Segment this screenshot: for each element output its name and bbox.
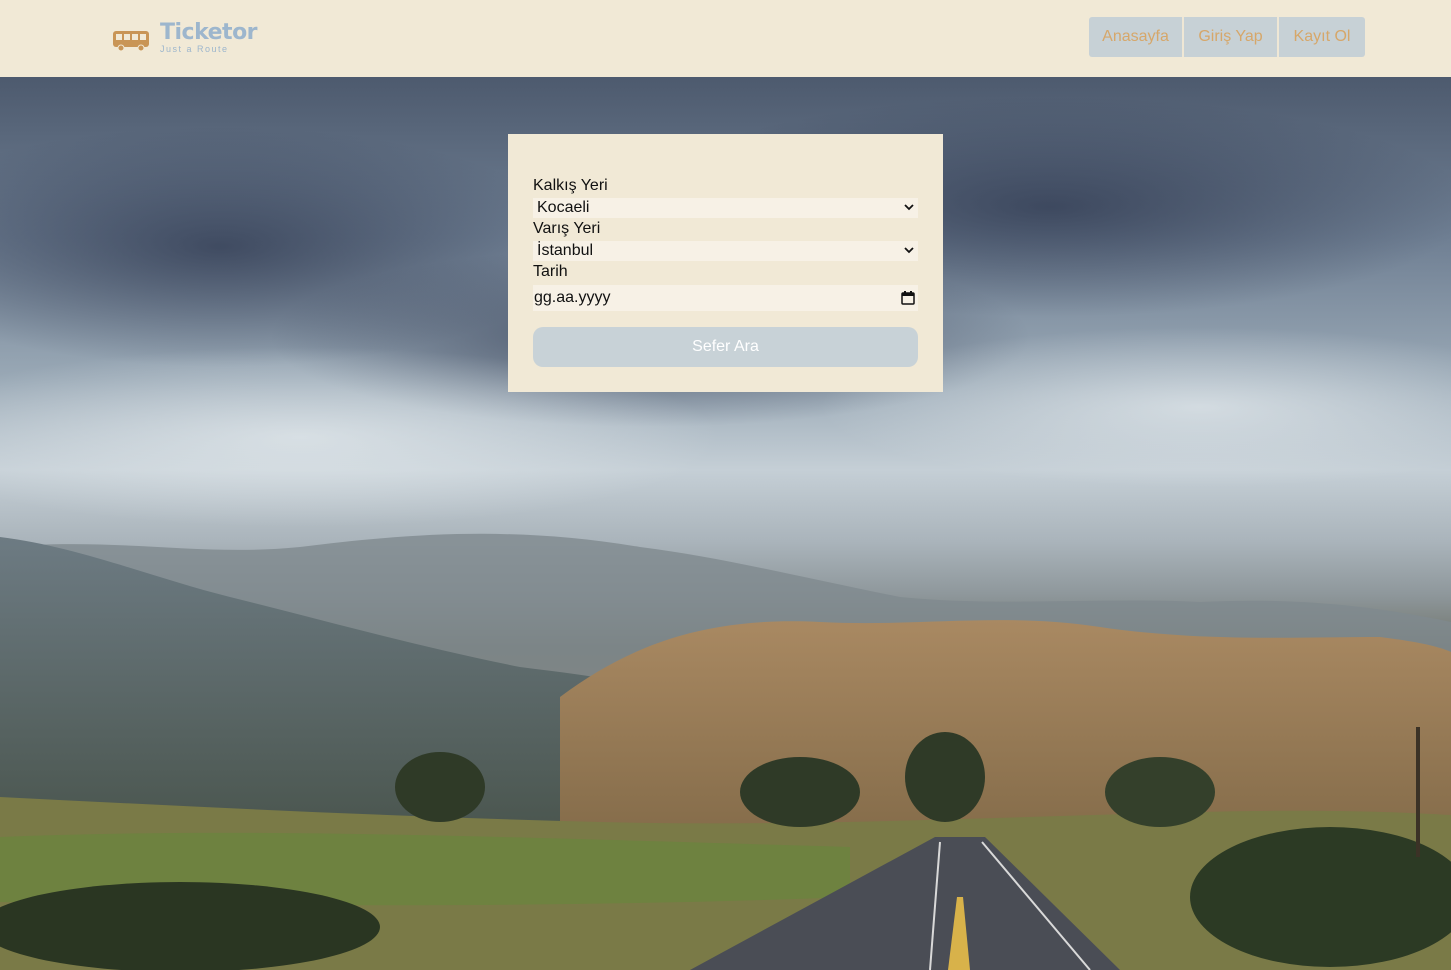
departure-select[interactable]: Kocaeli [533,198,918,218]
departure-value: Kocaeli [537,199,590,216]
nav-home-button[interactable]: Anasayfa [1089,17,1184,57]
nav-login-button[interactable]: Giriş Yap [1184,17,1279,57]
header: Ticketor Just a Route Anasayfa Giriş Yap… [0,0,1451,77]
chevron-down-icon [904,247,914,254]
brand-tagline: Just a Route [160,44,229,54]
bus-icon [113,31,149,52]
date-input[interactable]: gg.aa.yyyy [533,285,918,311]
nav-register-button[interactable]: Kayıt Ol [1279,17,1365,57]
arrival-value: İstanbul [537,242,594,259]
date-label: Tarih [533,263,568,280]
search-card: Kalkış Yeri Kocaeli Varış Yeri İstanbul … [508,134,943,392]
logo[interactable]: Ticketor Just a Route [112,20,258,54]
date-placeholder: gg.aa.yyyy [534,289,611,306]
search-trips-button[interactable]: Sefer Ara [533,327,918,367]
calendar-icon[interactable] [901,291,915,305]
arrival-label: Varış Yeri [533,220,601,237]
departure-label: Kalkış Yeri [533,177,608,194]
chevron-down-icon [904,204,914,211]
brand-name: Ticketor [160,20,258,45]
nav-menu: Anasayfa Giriş Yap Kayıt Ol [1089,17,1365,57]
arrival-select[interactable]: İstanbul [533,241,918,261]
